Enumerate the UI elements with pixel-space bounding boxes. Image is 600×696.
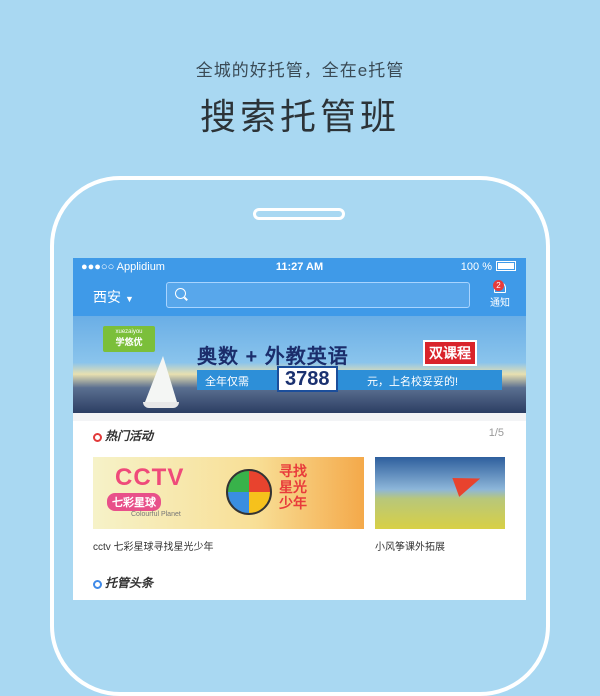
battery-icon [496, 261, 516, 271]
news-title: 托管头条 [105, 576, 154, 590]
banner-offer: 全年仅需 3788 元，上名校妥妥的! [197, 366, 502, 392]
banner-tag: 双课程 [423, 340, 477, 366]
notification-button[interactable]: 2 通知 [490, 280, 510, 309]
city-label: 西安 [93, 289, 121, 305]
phone-speaker [253, 208, 345, 220]
phone-screen: ●●●○○ Applidium 11:27 AM 100 % 西安 ▼ 2 通知 … [73, 258, 526, 600]
search-input[interactable] [166, 282, 470, 308]
sailboat-hull [143, 402, 179, 408]
target-icon [93, 433, 102, 442]
search-icon [175, 288, 186, 299]
city-selector[interactable]: 西安 ▼ [93, 287, 134, 307]
slogan-line: 寻找 [279, 463, 307, 479]
activity-card-kite[interactable] [375, 457, 505, 529]
slogan-line: 少年 [279, 495, 307, 511]
promo-title: 搜索托管班 [199, 96, 400, 137]
promo-subtitle: 全城的好托管，全在e托管 [195, 61, 405, 80]
target-icon [93, 580, 102, 589]
battery-percent: 100 % [460, 261, 492, 273]
offer-prefix: 全年仅需 [205, 376, 249, 388]
hot-title: 热门活动 [105, 429, 154, 443]
notification-badge: 2 [493, 280, 504, 291]
section-title: 热门活动 [93, 427, 153, 444]
card-caption[interactable]: 小风筝课外拓展 [375, 538, 445, 553]
notification-label: 通知 [490, 298, 510, 309]
page-counter: 1/5 [488, 427, 504, 439]
card-slogan: 寻找 星光 少年 [279, 463, 307, 511]
status-bar: ●●●○○ Applidium 11:27 AM 100 % [73, 258, 526, 278]
cctv-subtitle: 七彩星球 [107, 493, 161, 511]
cctv-logo: CCTV [115, 464, 185, 491]
slogan-line: 星光 [279, 479, 307, 495]
banner-headline: 奥数 + 外教英语 [197, 346, 349, 368]
cctv-english: Colourful Planet [131, 511, 181, 518]
news-section: 托管头条 [73, 568, 526, 600]
carousel-dots [265, 405, 310, 413]
section-title: 托管头条 [93, 574, 153, 591]
hot-activities-section: 热门活动 1/5 CCTV 七彩星球 Colourful Planet 寻找 星… [73, 421, 526, 578]
offer-suffix: 元，上名校妥妥的! [367, 376, 459, 388]
sailboat-sail [145, 356, 177, 402]
card-caption[interactable]: cctv 七彩星球寻找星光少年 [93, 538, 214, 553]
battery-status: 100 % [461, 261, 516, 273]
activity-card-cctv[interactable]: CCTV 七彩星球 Colourful Planet 寻找 星光 少年 [93, 457, 364, 529]
logo-name: 学悠优 [115, 337, 143, 347]
nav-bar: 西安 ▼ 2 通知 [73, 278, 526, 316]
offer-price: 3788 [277, 366, 338, 392]
kite-icon [452, 469, 484, 497]
school-logo: xuezaiyou 学悠优 [103, 326, 155, 352]
promo-banner[interactable]: xuezaiyou 学悠优 奥数 + 外教英语 双课程 全年仅需 3788 元，… [73, 316, 526, 413]
status-time: 11:27 AM [275, 261, 324, 273]
caret-down-icon: ▼ [125, 294, 134, 304]
planet-ball-icon [226, 469, 272, 515]
